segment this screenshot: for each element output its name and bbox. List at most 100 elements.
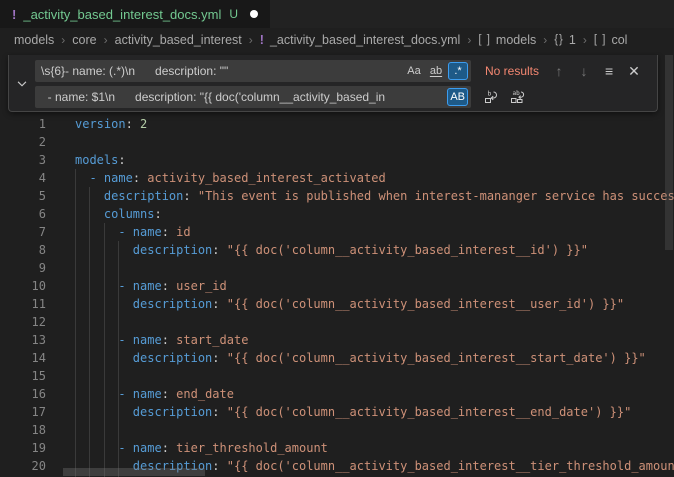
- code-line[interactable]: 8 description: "{{ doc('column__activity…: [0, 241, 674, 259]
- find-in-selection-button[interactable]: ≡: [599, 61, 619, 81]
- code-text: models:: [46, 151, 126, 169]
- code-line[interactable]: 19 - name: tier_threshold_amount: [0, 439, 674, 457]
- line-number[interactable]: 19: [0, 439, 46, 457]
- code-line[interactable]: 6 columns:: [0, 205, 674, 223]
- line-number[interactable]: 11: [0, 295, 46, 313]
- code-line[interactable]: 11 description: "{{ doc('column__activit…: [0, 295, 674, 313]
- tab-active[interactable]: ! _activity_based_interest_docs.yml U: [0, 0, 270, 28]
- breadcrumb-separator: ›: [583, 33, 587, 47]
- code-line[interactable]: 16 - name: end_date: [0, 385, 674, 403]
- code-line[interactable]: 5 description: "This event is published …: [0, 187, 674, 205]
- breadcrumb-label: models: [14, 33, 54, 47]
- replace-button[interactable]: b: [481, 87, 501, 107]
- svg-text:b: b: [488, 90, 492, 98]
- breadcrumb-label: models: [496, 33, 536, 47]
- code-text: - name: tier_threshold_amount: [46, 439, 328, 457]
- find-input[interactable]: \s{6}- name: (.*)\n description: "" Aa a…: [35, 60, 471, 82]
- line-number[interactable]: 12: [0, 313, 46, 331]
- line-number[interactable]: 17: [0, 403, 46, 421]
- find-replace-widget: \s{6}- name: (.*)\n description: "" Aa a…: [8, 55, 658, 112]
- breadcrumb-item[interactable]: {} 1: [554, 33, 576, 47]
- line-number[interactable]: 15: [0, 367, 46, 385]
- whole-word-button[interactable]: ab: [426, 62, 446, 80]
- code-lines: 1version: 223models:4 - name: activity_b…: [0, 115, 674, 475]
- breadcrumb-separator: ›: [61, 33, 65, 47]
- code-line[interactable]: 3models:: [0, 151, 674, 169]
- code-line[interactable]: 9: [0, 259, 674, 277]
- breadcrumb-separator: ›: [104, 33, 108, 47]
- preserve-case-button[interactable]: AB: [447, 88, 468, 106]
- breadcrumb-separator: ›: [467, 33, 471, 47]
- code-text: - name: end_date: [46, 385, 234, 403]
- code-text: description: "{{ doc('column__activity_b…: [46, 295, 624, 313]
- line-number[interactable]: 9: [0, 259, 46, 277]
- line-number[interactable]: 18: [0, 421, 46, 439]
- toggle-replace-button[interactable]: [9, 55, 35, 112]
- breadcrumb-label: core: [72, 33, 96, 47]
- horizontal-scrollbar[interactable]: [63, 468, 205, 476]
- previous-match-button[interactable]: ↑: [549, 61, 569, 81]
- close-find-button[interactable]: ✕: [624, 61, 644, 81]
- line-number[interactable]: 3: [0, 151, 46, 169]
- line-number[interactable]: 2: [0, 133, 46, 151]
- yaml-file-icon: !: [260, 33, 264, 47]
- code-line[interactable]: 14 description: "{{ doc('column__activit…: [0, 349, 674, 367]
- code-text: - name: id: [46, 223, 191, 241]
- code-text: - name: activity_based_interest_activate…: [46, 169, 386, 187]
- code-line[interactable]: 10 - name: user_id: [0, 277, 674, 295]
- match-case-button[interactable]: Aa: [404, 62, 424, 80]
- code-line[interactable]: 17 description: "{{ doc('column__activit…: [0, 403, 674, 421]
- line-number[interactable]: 14: [0, 349, 46, 367]
- code-text: [46, 421, 75, 439]
- line-number[interactable]: 20: [0, 457, 46, 475]
- code-line[interactable]: 2: [0, 133, 674, 151]
- breadcrumb-item[interactable]: [ ]models: [478, 33, 536, 47]
- line-number[interactable]: 4: [0, 169, 46, 187]
- regex-button[interactable]: .*: [448, 62, 468, 80]
- code-text: - name: start_date: [46, 331, 248, 349]
- replace-all-icon: ab: [509, 89, 525, 105]
- code-line[interactable]: 18: [0, 421, 674, 439]
- line-number[interactable]: 1: [0, 115, 46, 133]
- code-text: columns:: [46, 205, 162, 223]
- line-number[interactable]: 8: [0, 241, 46, 259]
- code-line[interactable]: 7 - name: id: [0, 223, 674, 241]
- code-line[interactable]: 15: [0, 367, 674, 385]
- replace-all-button[interactable]: ab: [507, 87, 527, 107]
- breadcrumb-item[interactable]: core: [72, 33, 96, 47]
- line-number[interactable]: 5: [0, 187, 46, 205]
- breadcrumb-item[interactable]: models: [14, 33, 54, 47]
- code-line[interactable]: 12: [0, 313, 674, 331]
- code-line[interactable]: 1version: 2: [0, 115, 674, 133]
- git-status-badge: U: [229, 7, 238, 21]
- line-number[interactable]: 7: [0, 223, 46, 241]
- line-number[interactable]: 16: [0, 385, 46, 403]
- breadcrumb-item[interactable]: activity_based_interest: [115, 33, 242, 47]
- breadcrumb: models › core › activity_based_interest ›! _ac…: [0, 28, 674, 52]
- chevron-down-icon: [15, 77, 29, 91]
- code-text: [46, 313, 75, 331]
- modified-dot-icon[interactable]: [250, 10, 258, 18]
- breadcrumb-separator: ›: [543, 33, 547, 47]
- code-text: description: "{{ doc('column__activity_b…: [46, 403, 631, 421]
- next-match-button[interactable]: ↓: [574, 61, 594, 81]
- breadcrumb-separator: ›: [249, 33, 253, 47]
- vertical-scrollbar[interactable]: [665, 55, 673, 250]
- line-number[interactable]: 10: [0, 277, 46, 295]
- code-text: description: "{{ doc('column__activity_b…: [46, 241, 588, 259]
- svg-text:ab: ab: [513, 90, 521, 97]
- breadcrumb-item[interactable]: [ ]col: [594, 33, 628, 47]
- breadcrumb-label: _activity_based_interest_docs.yml: [270, 33, 460, 47]
- line-number[interactable]: 13: [0, 331, 46, 349]
- replace-input[interactable]: - name: $1\n description: "{{ doc('colum…: [35, 86, 471, 108]
- editor[interactable]: 1version: 223models:4 - name: activity_b…: [0, 52, 674, 477]
- breadcrumb-item[interactable]: ! _activity_based_interest_docs.yml: [260, 33, 461, 47]
- line-number[interactable]: 6: [0, 205, 46, 223]
- code-text: description: "{{ doc('column__activity_b…: [46, 349, 646, 367]
- symbol-icon: {}: [554, 34, 564, 46]
- breadcrumb-label: 1: [569, 33, 576, 47]
- replace-input-value: - name: $1\n description: "{{ doc('colum…: [41, 90, 445, 104]
- code-line[interactable]: 4 - name: activity_based_interest_activa…: [0, 169, 674, 187]
- code-line[interactable]: 13 - name: start_date: [0, 331, 674, 349]
- breadcrumb-label: col: [611, 33, 627, 47]
